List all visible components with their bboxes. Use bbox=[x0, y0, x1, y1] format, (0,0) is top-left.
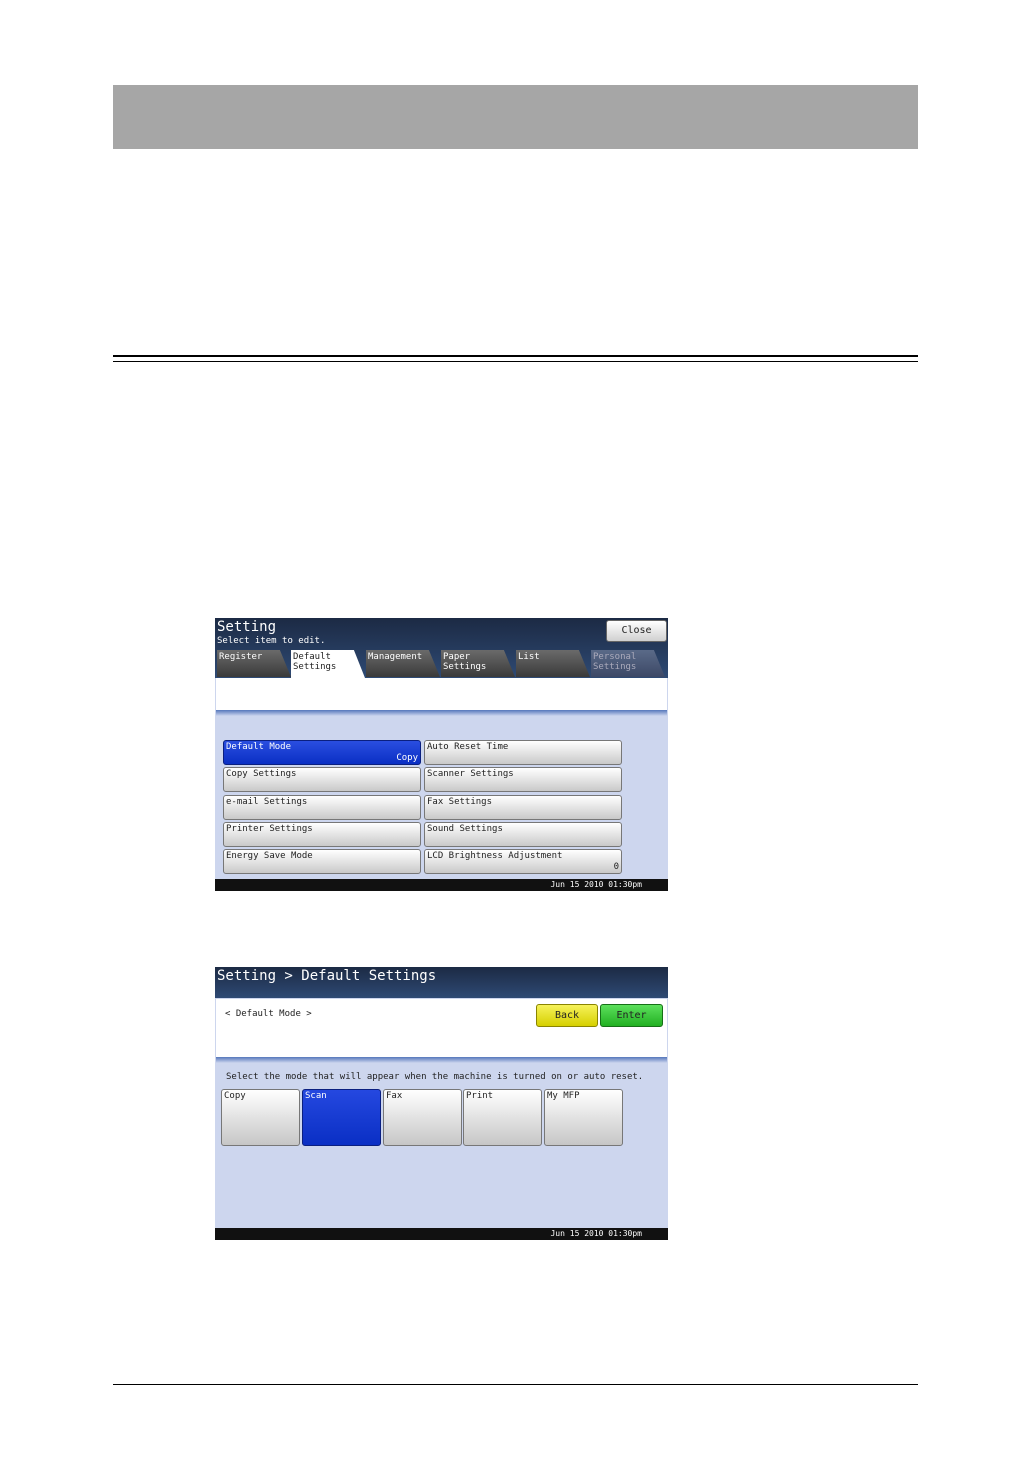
footer-rule bbox=[113, 1384, 918, 1385]
mode-label: Scan bbox=[305, 1091, 327, 1101]
settings-screen: Setting Select item to edit. Close Regis… bbox=[215, 618, 668, 891]
enter-button[interactable]: Enter bbox=[600, 1004, 663, 1027]
menu-label: Energy Save Mode bbox=[226, 851, 313, 861]
menu-label: Sound Settings bbox=[427, 824, 503, 834]
menu-default-mode[interactable]: Default Mode Copy bbox=[223, 740, 421, 765]
title-bar: Setting Select item to edit. Close Regis… bbox=[215, 618, 668, 678]
screen-subtitle: Select item to edit. bbox=[217, 636, 326, 646]
menu-label: Default Mode bbox=[226, 742, 292, 752]
menu-label: e-mail Settings bbox=[226, 797, 308, 807]
mode-label: Copy bbox=[224, 1091, 246, 1101]
mode-fax-button[interactable]: Fax bbox=[383, 1089, 462, 1146]
section-rule-thin bbox=[113, 361, 918, 362]
menu-value: Copy bbox=[396, 753, 418, 763]
info-panel bbox=[216, 678, 667, 710]
menu-label: Auto Reset Time bbox=[427, 742, 509, 752]
menu-label: Printer Settings bbox=[226, 824, 313, 834]
menu-fax-settings[interactable]: Fax Settings bbox=[424, 795, 622, 820]
menu-copy-settings[interactable]: Copy Settings bbox=[223, 767, 421, 792]
mode-copy-button[interactable]: Copy bbox=[221, 1089, 300, 1146]
panel-divider bbox=[216, 1057, 667, 1063]
menu-email-settings[interactable]: e-mail Settings bbox=[223, 795, 421, 820]
tab-register[interactable]: Register bbox=[217, 650, 291, 677]
default-mode-screen: Setting > Default Settings < Default Mod… bbox=[215, 967, 668, 1240]
mode-label: Fax bbox=[386, 1091, 403, 1101]
menu-lcd-brightness[interactable]: LCD Brightness Adjustment 0 bbox=[424, 849, 622, 874]
instruction-text: Select the mode that will appear when th… bbox=[226, 1072, 644, 1082]
menu-sound-settings[interactable]: Sound Settings bbox=[424, 822, 622, 847]
menu-label: LCD Brightness Adjustment bbox=[427, 851, 563, 861]
screen-title: Setting > Default Settings bbox=[217, 968, 437, 984]
datetime: Jun 15 2010 01:30pm bbox=[550, 880, 642, 889]
mode-label: My MFP bbox=[547, 1091, 580, 1101]
panel-divider bbox=[216, 710, 667, 716]
menu-scanner-settings[interactable]: Scanner Settings bbox=[424, 767, 622, 792]
menu-label: Copy Settings bbox=[226, 769, 297, 779]
back-button[interactable]: Back bbox=[536, 1004, 598, 1027]
status-bar: Jun 15 2010 01:30pm bbox=[215, 1228, 668, 1240]
status-bar: Jun 15 2010 01:30pm bbox=[215, 879, 668, 891]
section-label: < Default Mode > bbox=[225, 1009, 312, 1019]
menu-auto-reset-time[interactable]: Auto Reset Time bbox=[424, 740, 622, 765]
datetime: Jun 15 2010 01:30pm bbox=[550, 1229, 642, 1238]
menu-label: Fax Settings bbox=[427, 797, 493, 807]
screen-title: Setting bbox=[217, 619, 277, 635]
tab-default-settings[interactable]: Default Settings bbox=[291, 650, 365, 678]
title-bar: Setting > Default Settings bbox=[215, 967, 668, 998]
close-button[interactable]: Close bbox=[606, 620, 667, 642]
page-header-bar bbox=[113, 85, 918, 149]
mode-scan-button[interactable]: Scan bbox=[302, 1089, 381, 1146]
tab-personal-settings: Personal Settings bbox=[591, 650, 665, 677]
tab-list[interactable]: List bbox=[516, 650, 590, 677]
mode-print-button[interactable]: Print bbox=[463, 1089, 542, 1146]
mode-my-mfp-button[interactable]: My MFP bbox=[544, 1089, 623, 1146]
mode-label: Print bbox=[466, 1091, 494, 1101]
menu-value: 0 bbox=[613, 862, 619, 872]
menu-energy-save-mode[interactable]: Energy Save Mode bbox=[223, 849, 421, 874]
section-rule bbox=[113, 355, 918, 357]
menu-label: Scanner Settings bbox=[427, 769, 514, 779]
tab-paper-settings[interactable]: Paper Settings bbox=[441, 650, 515, 677]
menu-printer-settings[interactable]: Printer Settings bbox=[223, 822, 421, 847]
tab-management[interactable]: Management bbox=[366, 650, 440, 677]
